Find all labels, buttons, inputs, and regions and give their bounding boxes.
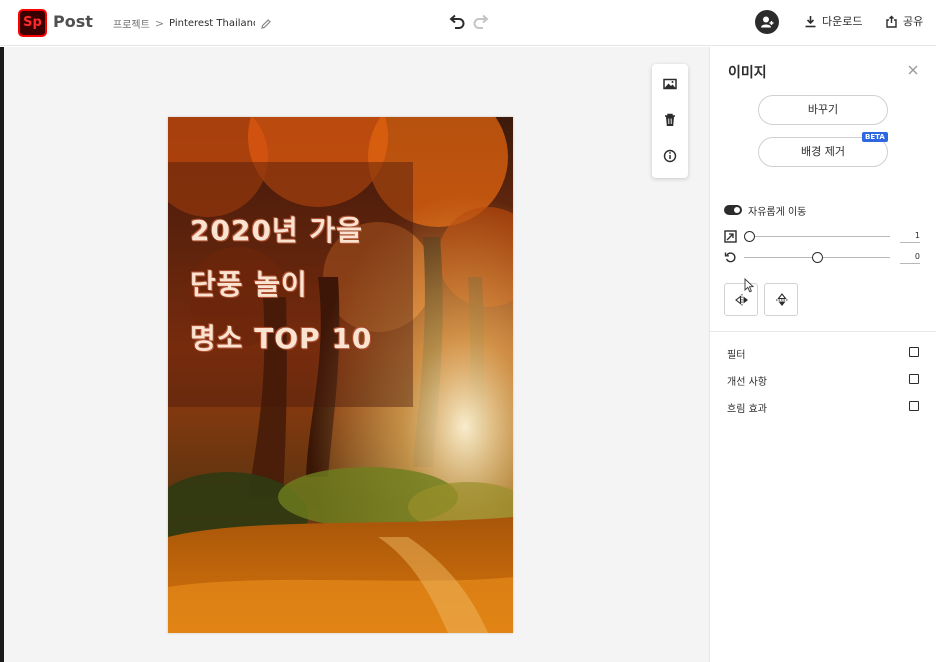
share-icon <box>886 15 897 28</box>
panel-title: 이미지 <box>728 65 767 81</box>
flip-horizontal-icon <box>735 294 748 306</box>
filter-label: 필터 <box>727 350 746 361</box>
headline-line-1[interactable]: 2020년 가을 <box>190 209 363 249</box>
canvas-area[interactable]: 2020년 가을 단풍 놀이 명소 TOP 10 <box>4 47 709 662</box>
replace-image-button[interactable]: 바꾸기 <box>758 95 888 125</box>
breadcrumb: 프로젝트 > Pinterest Thailand t <box>113 16 272 31</box>
undo-icon[interactable] <box>448 14 466 30</box>
invite-collaborator-avatar[interactable] <box>755 10 779 34</box>
blur-checkbox[interactable] <box>909 401 919 411</box>
breadcrumb-projects-link[interactable]: 프로젝트 <box>113 16 150 31</box>
image-icon[interactable] <box>661 75 679 93</box>
mouse-cursor-icon <box>744 278 754 293</box>
share-label: 공유 <box>903 15 924 28</box>
info-icon[interactable] <box>661 147 679 165</box>
filter-option[interactable]: 필터 <box>727 346 921 361</box>
flip-vertical-icon <box>776 293 788 306</box>
headline-line-2[interactable]: 단풍 놀이 <box>190 263 308 303</box>
document-name[interactable]: Pinterest Thailand t <box>169 18 255 29</box>
close-icon[interactable] <box>907 64 919 76</box>
floating-toolbar <box>652 64 688 178</box>
download-icon <box>805 15 816 27</box>
flip-vertical-button[interactable] <box>764 283 798 316</box>
blur-option[interactable]: 흐림 효과 <box>727 400 921 415</box>
redo-icon[interactable] <box>472 14 490 30</box>
pencil-icon[interactable] <box>260 18 272 30</box>
trash-icon[interactable] <box>661 111 679 129</box>
adjustments-checkbox[interactable] <box>909 374 919 384</box>
free-move-label: 자유롭게 이동 <box>748 207 807 218</box>
image-properties-panel: 이미지 바꾸기 배경 제거 BETA 자유롭게 이동 1 0 필터 개선 사항 … <box>709 47 936 662</box>
filter-checkbox[interactable] <box>909 347 919 357</box>
rotate-value-field[interactable]: 0 <box>900 251 920 264</box>
scale-value-field[interactable]: 1 <box>900 230 920 243</box>
blur-label: 흐림 효과 <box>727 404 767 415</box>
add-user-icon <box>761 16 774 28</box>
scale-icon <box>724 230 737 243</box>
breadcrumb-separator: > <box>154 17 165 30</box>
share-button[interactable]: 공유 <box>885 13 923 29</box>
scale-slider-thumb[interactable] <box>744 231 755 242</box>
beta-badge: BETA <box>862 132 888 142</box>
scale-slider-track[interactable] <box>744 236 890 237</box>
rotate-slider-row: 0 <box>724 251 924 265</box>
rotate-icon <box>724 252 736 263</box>
free-move-toggle[interactable] <box>724 205 742 215</box>
app-root: Sp Post 프로젝트 > Pinterest Thailand t <box>0 0 936 662</box>
logo-text: Sp <box>20 11 45 35</box>
app-name: Post <box>53 12 93 31</box>
panel-divider <box>710 331 936 332</box>
scale-slider-row: 1 <box>724 230 924 244</box>
headline-line-3[interactable]: 명소 TOP 10 <box>190 317 372 357</box>
artboard[interactable]: 2020년 가을 단풍 놀이 명소 TOP 10 <box>168 117 513 633</box>
adjustments-option[interactable]: 개선 사항 <box>727 373 921 388</box>
top-bar: Sp Post 프로젝트 > Pinterest Thailand t <box>0 0 936 46</box>
download-button[interactable]: 다운로드 <box>804 13 862 29</box>
download-label: 다운로드 <box>822 15 863 28</box>
toggle-knob <box>734 207 740 213</box>
adjustments-label: 개선 사항 <box>727 377 767 388</box>
spark-post-logo[interactable]: Sp <box>18 9 47 37</box>
rotate-slider-thumb[interactable] <box>812 252 823 263</box>
